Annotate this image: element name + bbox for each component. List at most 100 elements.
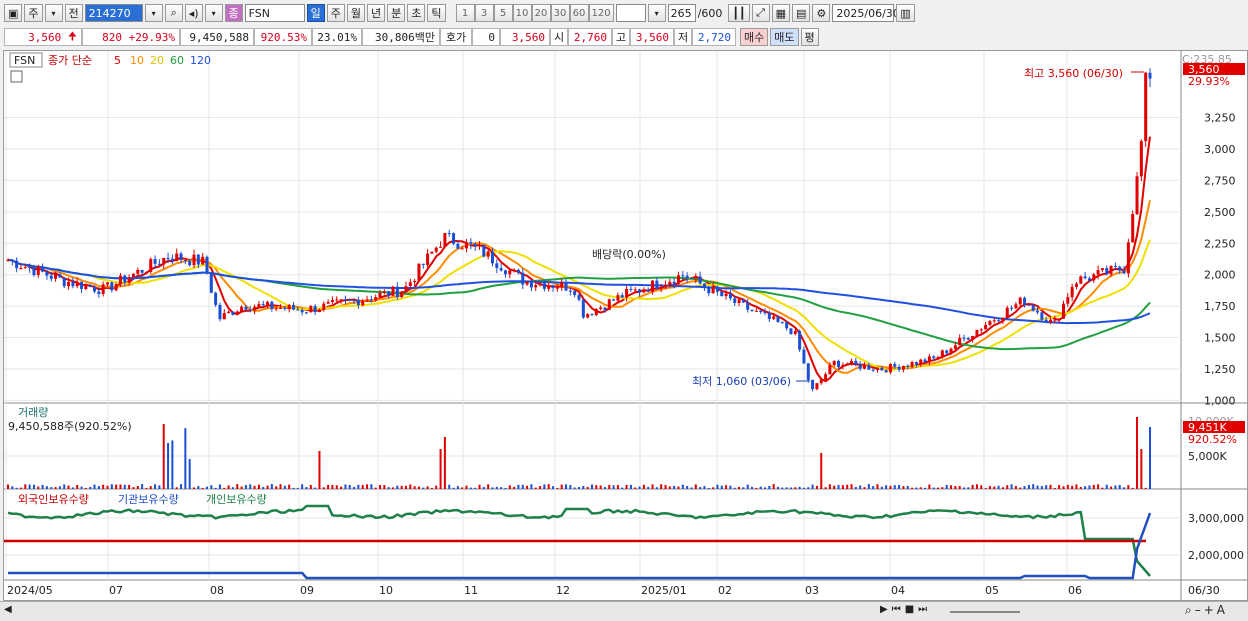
data-count-input[interactable]: 265 <box>667 4 696 22</box>
stock-chart[interactable]: 3,250 3,000 2,750 2,500 2,250 2,000 1,750 1,500… <box>4 51 1247 600</box>
interval-3-button[interactable]: 3 <box>474 4 494 22</box>
x-end-label: 06/30 <box>1188 584 1220 597</box>
search-icon[interactable]: ⌕ <box>164 4 183 22</box>
chart-area[interactable]: 3,250 3,000 2,750 2,500 2,250 2,000 1,750 1,500… <box>3 50 1248 601</box>
ma-title[interactable]: 종가 단순 <box>48 54 92 67</box>
volume-bar <box>154 484 157 489</box>
volume-bar <box>742 487 745 489</box>
candle-body <box>1057 318 1061 320</box>
ma-20-label[interactable]: 20 <box>150 54 164 67</box>
ma-60-label[interactable]: 60 <box>170 54 184 67</box>
candle-body <box>720 291 724 297</box>
volume-bar <box>746 484 749 489</box>
candle-body <box>413 280 417 283</box>
candle-body <box>599 307 603 309</box>
candle-body <box>655 280 659 289</box>
volume-bar <box>590 484 593 489</box>
interval-10-button[interactable]: 10 <box>512 4 532 22</box>
candle-body <box>685 275 689 279</box>
ma-120-label[interactable]: 120 <box>190 54 211 67</box>
candle-body <box>503 270 507 275</box>
volume-bar <box>400 485 403 489</box>
gear-icon[interactable]: ⚙ <box>812 4 831 22</box>
prev-button[interactable]: 전 <box>64 4 83 22</box>
evaluate-button[interactable]: 평 <box>800 28 819 46</box>
interval-20-button[interactable]: 20 <box>531 4 551 22</box>
volume-bar <box>145 487 148 489</box>
candle-body <box>162 257 166 265</box>
layout-icon[interactable]: ▦ <box>771 4 790 22</box>
calendar-icon[interactable]: ▥ <box>896 4 915 22</box>
volume-bar <box>357 484 360 489</box>
candle-body <box>231 311 235 315</box>
interval-120-button[interactable]: 120 <box>588 4 614 22</box>
stock-code-input[interactable]: 214270 <box>84 4 143 22</box>
volume-bar <box>469 487 472 489</box>
ma-5-label[interactable]: 5 <box>114 54 121 67</box>
volume-bar <box>759 486 762 489</box>
playback-controls-icon[interactable]: ▶⏮■⏭ <box>880 604 931 615</box>
chart-grid <box>4 51 1247 600</box>
interval-5-button[interactable]: 5 <box>493 4 513 22</box>
individual-holdings-legend[interactable]: 개인보유수량 <box>206 493 267 506</box>
period-year-button[interactable]: 년 <box>367 4 386 22</box>
candle-body <box>1014 304 1018 309</box>
interval-1-button[interactable]: 1 <box>455 4 475 22</box>
dividend-annotation: 배당락(0.00%) <box>592 248 666 261</box>
period-dropdown-icon[interactable]: ▾ <box>44 4 63 22</box>
speaker-dropdown-icon[interactable]: ▾ <box>204 4 223 22</box>
code-dropdown-icon[interactable]: ▾ <box>144 4 163 22</box>
volume-bar <box>1127 485 1130 489</box>
period-unit-button[interactable]: 주 <box>24 4 43 22</box>
period-minute-button[interactable]: 분 <box>387 4 406 22</box>
stock-name-field[interactable]: FSN <box>244 4 305 22</box>
candle-body <box>300 310 304 313</box>
zoom-controls-icon[interactable]: ⌕–+A <box>1185 603 1228 618</box>
draw-tool-icon[interactable]: ⤢ <box>751 4 770 22</box>
volume-bar <box>638 486 641 489</box>
low-price: 2,720 <box>692 28 736 46</box>
candle-body <box>101 284 105 294</box>
foreign-holdings-legend[interactable]: 외국인보유수량 <box>18 493 89 506</box>
volume-bar <box>370 484 373 489</box>
ticker-tag[interactable]: FSN <box>14 54 35 67</box>
candle-body <box>979 329 983 331</box>
candle-body <box>166 257 170 259</box>
period-month-button[interactable]: 월 <box>346 4 366 22</box>
buy-button[interactable]: 매수 <box>740 28 769 46</box>
period-week-button[interactable]: 주 <box>326 4 345 22</box>
sell-button[interactable]: 매도 <box>770 28 799 46</box>
period-second-button[interactable]: 초 <box>407 4 426 22</box>
volume-bar <box>1066 484 1069 489</box>
candle-body <box>802 349 806 364</box>
candle-body <box>551 285 555 288</box>
candle-body <box>819 379 823 384</box>
volume-bar <box>867 484 870 489</box>
candle-body <box>789 328 793 334</box>
volume-bar <box>508 485 511 489</box>
candle-body <box>499 268 503 271</box>
search-flag-badge[interactable]: 종 <box>224 4 243 22</box>
interval-30-button[interactable]: 30 <box>550 4 570 22</box>
volume-bar <box>227 485 230 489</box>
table-icon[interactable] <box>10 70 23 83</box>
custom-interval-input[interactable] <box>615 4 646 22</box>
period-day-button[interactable]: 일 <box>306 4 325 22</box>
candle-icon[interactable]: ┃┃ <box>728 4 750 22</box>
candle-body <box>84 285 88 289</box>
candle-body <box>737 299 741 303</box>
scroll-left-icon[interactable]: ◀ <box>4 604 12 615</box>
speaker-icon[interactable]: ◂) <box>184 4 203 22</box>
save-icon[interactable]: ▤ <box>791 4 811 22</box>
institution-holdings-legend[interactable]: 기관보유수량 <box>118 493 179 506</box>
chart-type-icon[interactable]: ▣ <box>4 4 23 22</box>
interval-60-button[interactable]: 60 <box>569 4 589 22</box>
ma-10-label[interactable]: 10 <box>130 54 144 67</box>
volume-title[interactable]: 거래량 <box>18 406 48 419</box>
candle-body <box>651 280 655 292</box>
date-input[interactable]: 2025/06/30 <box>832 4 900 22</box>
period-tick-button[interactable]: 틱 <box>427 4 446 22</box>
zoom-slider[interactable] <box>950 611 1020 613</box>
candle-body <box>214 292 218 305</box>
interval-dropdown-icon[interactable]: ▾ <box>647 4 666 22</box>
